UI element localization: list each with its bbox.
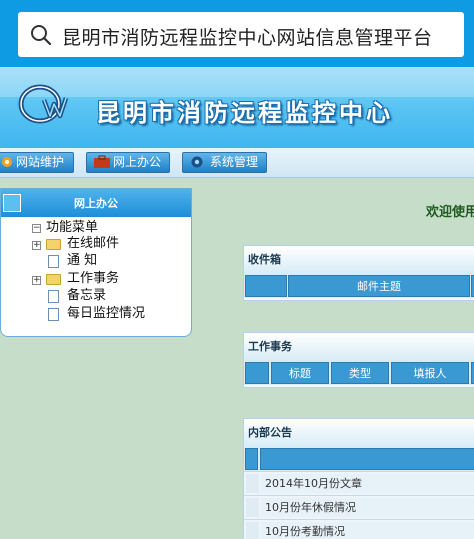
notice-header-row	[244, 447, 474, 471]
document-icon	[48, 308, 59, 321]
table-header-cell: 填报人	[391, 362, 469, 384]
nav-system-management[interactable]: 系统管理	[182, 152, 267, 173]
site-title: 昆明市消防远程监控中心	[96, 99, 393, 127]
sidebar-title: 网上办公	[74, 197, 118, 210]
tree-item-work-affairs[interactable]: 工作事务	[67, 270, 119, 288]
table-header-cell	[260, 448, 474, 470]
site-logo	[18, 84, 69, 124]
inbox-title: 收件箱	[244, 246, 474, 274]
gear-blue-icon	[191, 156, 203, 168]
search-text: 昆明市消防远程监控中心网站信息管理平台	[62, 27, 433, 49]
nav-website-maintenance[interactable]: 网站维护	[0, 152, 74, 173]
expand-icon[interactable]: +	[32, 241, 41, 250]
notice-title[interactable]: 2014年10月份文章	[261, 474, 474, 493]
tree-item-online-mail[interactable]: 在线邮件	[67, 235, 119, 253]
collapse-icon[interactable]: −	[32, 224, 41, 233]
table-header-cell: 标题	[271, 362, 329, 384]
table-row[interactable]: 10月份考勤情况	[244, 519, 474, 539]
folder-icon	[46, 239, 61, 250]
nav-label: 网站维护	[16, 155, 65, 169]
table-header-cell: 邮件主题	[288, 275, 470, 297]
table-header-cell	[245, 448, 258, 470]
search-icon	[31, 25, 52, 46]
table-header-cell: 类型	[331, 362, 389, 384]
tree-item-memo[interactable]: 备忘录	[67, 287, 106, 305]
nav-label: 网上办公	[113, 155, 162, 169]
work-affairs-panel: 工作事务 标题 类型 填报人	[243, 332, 474, 388]
table-row[interactable]: 10月份年休假情况	[244, 495, 474, 519]
notice-title[interactable]: 10月份年休假情况	[261, 498, 474, 517]
table-header-cell	[245, 275, 287, 297]
document-icon	[48, 290, 59, 303]
tree-item-notice[interactable]: 通 知	[67, 252, 97, 270]
search-field[interactable]: 昆明市消防远程监控中心网站信息管理平台	[18, 12, 464, 57]
briefcase-icon	[94, 155, 110, 168]
folder-icon	[46, 274, 61, 285]
internal-notice-title: 内部公告	[244, 419, 474, 447]
sidebar-header: 网上办公	[1, 189, 191, 217]
work-affairs-header-row: 标题 类型 填报人	[244, 361, 474, 385]
nav-online-office[interactable]: 网上办公	[86, 152, 170, 173]
sidebar: 网上办公 − 功能菜单 + 在线邮件 通 知 + 工作事务 备忘录 每日监控情况	[0, 188, 192, 337]
internal-notice-panel: 内部公告 2014年10月份文章 10月份年休假情况 10月份考勤情况	[243, 418, 474, 539]
document-icon	[48, 255, 59, 268]
gear-orange-icon	[2, 157, 12, 167]
inbox-panel: 收件箱 邮件主题	[243, 245, 474, 301]
expand-icon[interactable]: +	[32, 276, 41, 285]
tree-item-daily-monitoring[interactable]: 每日监控情况	[67, 305, 145, 323]
welcome-text: 欢迎使用	[426, 205, 474, 220]
table-row[interactable]: 2014年10月份文章	[244, 471, 474, 495]
notice-title[interactable]: 10月份考勤情况	[261, 522, 474, 539]
inbox-header-row: 邮件主题	[244, 274, 474, 298]
browser-bar: 昆明市消防远程监控中心网站信息管理平台	[0, 0, 474, 67]
site-banner: 昆明市消防远程监控中心	[0, 67, 474, 148]
work-affairs-title: 工作事务	[244, 333, 474, 361]
nav-label: 系统管理	[210, 155, 259, 169]
table-header-cell	[245, 362, 269, 384]
top-nav: 网站维护 网上办公 系统管理	[0, 148, 474, 178]
